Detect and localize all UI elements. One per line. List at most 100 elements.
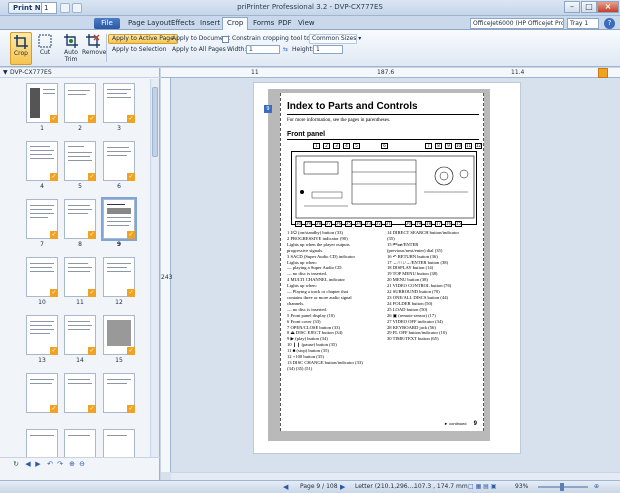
parts-list-item: contains three or more audio signal bbox=[287, 294, 352, 300]
page-thumbnail[interactable]: ✓ bbox=[26, 373, 58, 413]
page-indicator: Page 9 / 108 bbox=[300, 483, 338, 490]
page-thumbnail[interactable]: ✓ bbox=[103, 141, 135, 181]
page-thumbnail[interactable]: ✓ bbox=[64, 141, 96, 181]
check-badge-icon: ✓ bbox=[50, 289, 58, 297]
callout-number: 7 bbox=[425, 143, 432, 149]
callout-number: 5 bbox=[353, 143, 360, 149]
apply-all-pages-button[interactable]: Apply to All Pages bbox=[169, 45, 229, 55]
page-thumbnail-selected[interactable]: ✓ bbox=[101, 197, 137, 241]
height-input[interactable]: 1 bbox=[313, 45, 343, 54]
refresh-icon[interactable]: ↻ bbox=[12, 460, 20, 468]
zoom-slider-knob[interactable] bbox=[560, 483, 564, 491]
callout-number: 8 bbox=[435, 143, 442, 149]
rotate-right-icon[interactable]: ↷ bbox=[56, 460, 64, 468]
view-mode-icons[interactable]: □ ▦ ▤ ▣ bbox=[468, 481, 496, 493]
thumb-label: 10 bbox=[38, 299, 46, 306]
remove-crop-label: Remove bbox=[82, 49, 107, 56]
callout-number: 30 bbox=[295, 221, 302, 227]
ruler-right-margin: 11.4 bbox=[511, 69, 525, 76]
page-thumbnail[interactable]: ✓ bbox=[26, 257, 58, 297]
tab-view[interactable]: View bbox=[298, 19, 315, 27]
callout-number: 17 bbox=[435, 221, 442, 227]
section-heading: Front panel bbox=[287, 131, 326, 138]
settings-corner-icon[interactable] bbox=[598, 68, 608, 78]
cut-tool-button[interactable]: Cut bbox=[34, 32, 56, 65]
constrain-size-select[interactable]: Common Sizes ▾ bbox=[309, 34, 361, 44]
check-badge-icon: ✓ bbox=[127, 115, 135, 123]
help-icon[interactable]: ? bbox=[604, 18, 615, 29]
page-thumbnail[interactable]: ✓ bbox=[64, 315, 96, 355]
page-thumbnail[interactable]: ✓ bbox=[64, 373, 96, 413]
callout-number: 9 bbox=[445, 143, 452, 149]
callout-number: 3 bbox=[333, 143, 340, 149]
heading-rule bbox=[287, 114, 479, 115]
thumb-label: 6 bbox=[117, 183, 121, 190]
maximize-button[interactable]: □ bbox=[581, 1, 597, 13]
check-badge-icon: ✓ bbox=[88, 115, 96, 123]
thumb-label: 1 bbox=[40, 125, 44, 132]
page-thumbnail[interactable]: ✓ bbox=[103, 373, 135, 413]
tab-crop[interactable]: Crop bbox=[222, 17, 249, 30]
close-button[interactable]: × bbox=[597, 1, 619, 13]
player-front-illustration bbox=[295, 155, 475, 219]
preview-horizontal-scrollbar[interactable] bbox=[171, 472, 620, 480]
tab-page-layout[interactable]: Page Layout bbox=[128, 19, 171, 27]
minimize-button[interactable]: – bbox=[564, 1, 580, 13]
page-thumbnail[interactable]: ✓ bbox=[26, 83, 58, 123]
prev-icon[interactable]: ◀ bbox=[24, 460, 32, 468]
tab-forms[interactable]: Forms bbox=[253, 19, 274, 27]
page-thumbnail[interactable]: ✓ bbox=[103, 257, 135, 297]
page-thumbnail[interactable] bbox=[26, 429, 58, 457]
scrollbar-thumb[interactable] bbox=[152, 87, 158, 157]
page-thumbnail[interactable]: ✓ bbox=[64, 199, 96, 239]
parts-list-item: (34) (35) (51) bbox=[287, 365, 313, 371]
tab-pdf[interactable]: PDF bbox=[278, 19, 292, 27]
prev-page-icon[interactable]: ◀ bbox=[283, 483, 288, 491]
zoom-in-icon[interactable]: ⊕ bbox=[68, 460, 76, 468]
auto-trim-button[interactable]: Auto Trim bbox=[60, 32, 82, 65]
page-thumbnail[interactable] bbox=[64, 429, 96, 457]
parts-list-item: 3 SACD (Super Audio CD) indicator bbox=[287, 253, 356, 259]
link-ratio-icon[interactable]: ⇆ bbox=[283, 46, 288, 53]
next-icon[interactable]: ▶ bbox=[34, 460, 42, 468]
check-badge-icon: ✓ bbox=[50, 173, 58, 181]
page-thumbnail[interactable]: ✓ bbox=[26, 199, 58, 239]
remove-crop-icon bbox=[86, 34, 100, 48]
apply-active-page-button[interactable]: Apply to Active Page bbox=[108, 34, 178, 44]
width-input[interactable]: 1 bbox=[246, 45, 280, 54]
page-thumbnail[interactable] bbox=[103, 429, 135, 457]
thumb-label: 12 bbox=[115, 299, 123, 306]
page-thumbnail[interactable]: ✓ bbox=[26, 141, 58, 181]
thumbnail-scrollbar[interactable] bbox=[150, 79, 159, 457]
page-thumbnail[interactable]: ✓ bbox=[103, 315, 135, 355]
printer-select[interactable]: OfficeJet6000 (HP Officejet Pro 8000 A80… bbox=[470, 18, 564, 29]
thumb-label: 5 bbox=[78, 183, 82, 190]
cut-icon bbox=[38, 34, 52, 48]
file-menu-button[interactable]: File bbox=[94, 18, 120, 29]
next-page-icon[interactable]: ▶ bbox=[340, 483, 345, 491]
page-preview-area[interactable]: 11 187.6 11.4 243 9 Index to Parts and C… bbox=[161, 68, 620, 480]
constrain-checkbox[interactable] bbox=[222, 36, 229, 43]
zoom-plus-icon[interactable]: ⊕ bbox=[594, 481, 599, 493]
zoom-out-icon[interactable]: ⊖ bbox=[78, 460, 86, 468]
ruler-side-height: 243 bbox=[161, 274, 173, 281]
remove-crop-button[interactable]: Remove bbox=[82, 32, 107, 65]
check-badge-icon: ✓ bbox=[88, 231, 96, 239]
rotate-left-icon[interactable]: ↶ bbox=[46, 460, 54, 468]
page-thumbnail[interactable]: ✓ bbox=[103, 83, 135, 123]
tray-select[interactable]: Tray 1 bbox=[567, 18, 599, 29]
tab-effects[interactable]: Effects bbox=[171, 19, 195, 27]
callout-number: 20 bbox=[405, 221, 412, 227]
footer-page-number: 9 bbox=[473, 421, 477, 427]
tab-insert[interactable]: Insert bbox=[200, 19, 220, 27]
page-thumbnail[interactable]: ✓ bbox=[64, 257, 96, 297]
page-footer: ► continued 9 bbox=[444, 421, 477, 427]
page-thumbnail[interactable]: ✓ bbox=[26, 315, 58, 355]
apply-selection-button[interactable]: Apply to Selection bbox=[109, 45, 169, 55]
crop-tool-button[interactable]: Crop bbox=[10, 32, 32, 65]
check-badge-icon: ✓ bbox=[127, 289, 135, 297]
page-thumbnail[interactable]: ✓ bbox=[64, 83, 96, 123]
collapse-triangle-icon[interactable]: ▼ bbox=[3, 68, 8, 78]
document-tree-header[interactable]: ▼ DVP-CX777ES bbox=[0, 68, 160, 78]
thumb-label: 14 bbox=[76, 357, 84, 364]
